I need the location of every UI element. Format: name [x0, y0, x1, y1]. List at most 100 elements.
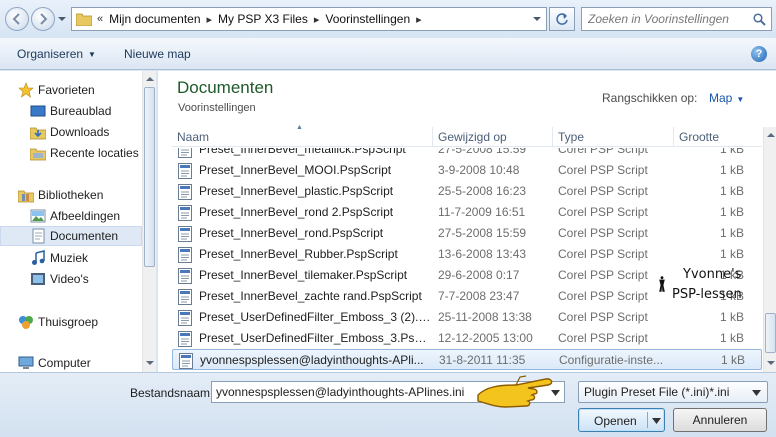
sidebar-item-label: Video's [50, 272, 89, 286]
file-name: Preset_UserDefinedFilter_Emboss_3 (2).Ps… [199, 310, 431, 324]
file-type: Corel PSP Script [558, 226, 648, 240]
sidebar-item-label: Recente locaties [50, 146, 139, 160]
file-type: Corel PSP Script [558, 331, 648, 345]
sidebar-item-computer[interactable]: Computer [18, 353, 160, 373]
homegroup-icon [19, 316, 33, 329]
folder-icon [76, 13, 92, 26]
file-row[interactable]: Preset_InnerBevel_rond.PspScript 27-5-200… [172, 223, 762, 244]
chevron-down-icon: ▼ [88, 50, 96, 59]
column-header-size[interactable]: Grootte [674, 127, 762, 147]
scroll-down-icon[interactable] [767, 359, 775, 367]
sidebar-item-label: Bureaublad [50, 104, 112, 118]
videos-icon [31, 273, 45, 285]
file-size: 1 kB [719, 184, 744, 198]
watermark-text: Yvonne's [683, 267, 742, 282]
file-name: Preset_InnerBevel_tilemaker.PspScript [199, 268, 408, 282]
sidebar-item-thuisgroep[interactable]: Thuisgroep [18, 312, 160, 332]
scroll-up-icon[interactable] [146, 75, 154, 83]
open-button[interactable]: Openen [578, 408, 665, 432]
file-row[interactable]: Preset_InnerBevel_plastic.PspScript 25-5-… [172, 181, 762, 202]
arrange-by-value: Map [709, 91, 733, 105]
arrange-by-dropdown[interactable]: Map ▼ [709, 91, 744, 105]
file-name: Preset_UserDefinedFilter_Emboss_3.PspS..… [199, 331, 431, 345]
breadcrumb-voorinstellingen[interactable]: Voorinstellingen [324, 12, 411, 26]
music-icon [32, 250, 45, 265]
file-date: 25-11-2008 13:38 [438, 310, 532, 324]
documents-icon [32, 228, 45, 244]
column-header-type[interactable]: Type [553, 127, 674, 147]
file-type-dropdown[interactable]: Plugin Preset File (*.ini)*.ini [578, 381, 768, 403]
breadcrumb-separator[interactable]: ▸ [202, 13, 218, 26]
script-file-icon [178, 310, 192, 326]
arrange-by-label: Rangschikken op: [602, 91, 698, 105]
libraries-icon [18, 190, 34, 203]
forward-button[interactable] [31, 7, 55, 31]
pointing-hand-icon [477, 375, 553, 408]
watermark-figure-logo [659, 276, 665, 292]
file-date: 3-9-2008 10:48 [438, 163, 520, 177]
file-name: yvonnespsplessen@ladyinthoughts-APli... [200, 353, 424, 367]
file-name: Preset_InnerBevel_rond.PspScript [199, 226, 384, 240]
scroll-down-icon[interactable] [146, 359, 154, 367]
new-folder-button[interactable]: Nieuwe map [124, 47, 191, 61]
file-row[interactable]: Preset_InnerBevel_metallick.PspScript 27-… [172, 148, 762, 160]
chevron-down-icon[interactable] [532, 14, 542, 24]
file-type: Corel PSP Script [558, 310, 648, 324]
help-icon[interactable]: ? [751, 46, 767, 62]
organise-label: Organiseren [17, 47, 84, 61]
file-date: 27-5-2008 15:59 [438, 226, 527, 240]
file-date: 31-8-2011 11:35 [439, 353, 526, 367]
file-list-scroll-thumb[interactable] [765, 313, 776, 353]
breadcrumb-separator[interactable]: ▸ [411, 13, 427, 26]
file-name: Preset_InnerBevel_MOOI.PspScript [199, 163, 392, 177]
refresh-button[interactable] [549, 7, 575, 31]
recent-pages-dropdown[interactable] [57, 14, 67, 24]
script-file-icon [178, 289, 192, 305]
dialog-footer: Bestandsnaam: Plugin Preset File (*.ini)… [0, 372, 776, 437]
file-row[interactable]: Preset_InnerBevel_rond 2.PspScript 11-7-2… [172, 202, 762, 223]
search-icon[interactable] [753, 13, 766, 26]
search-input[interactable] [588, 12, 747, 26]
split-divider [647, 412, 648, 428]
computer-icon [18, 356, 34, 369]
file-type: Corel PSP Script [558, 205, 648, 219]
script-file-icon [178, 163, 192, 179]
open-label: Openen [594, 414, 637, 428]
sidebar-item-label: Computer [38, 356, 91, 370]
address-bar[interactable]: « Mijn documenten ▸ My PSP X3 Files ▸ Vo… [71, 7, 547, 31]
sidebar-item-favorieten[interactable]: Favorieten [18, 80, 160, 100]
file-name: Preset_InnerBevel_plastic.PspScript [199, 184, 394, 198]
breadcrumb-separator[interactable]: ▸ [309, 13, 325, 26]
column-header-name[interactable]: Naam [172, 127, 433, 147]
refresh-icon [556, 13, 568, 25]
sidebar-item-documenten[interactable]: Documenten [0, 226, 142, 246]
breadcrumb-mijn-documenten[interactable]: Mijn documenten [108, 12, 201, 26]
file-date: 7-7-2008 23:47 [438, 289, 520, 303]
file-row[interactable]: Preset_UserDefinedFilter_Emboss_3.PspS..… [172, 328, 762, 349]
sidebar-scrollbar[interactable] [142, 71, 156, 372]
file-type: Corel PSP Script [558, 184, 648, 198]
sidebar-item-label: Favorieten [38, 83, 95, 97]
sidebar-item-label: Documenten [50, 229, 119, 243]
file-size: 1 kB [719, 205, 744, 219]
breadcrumb-overflow[interactable]: « [92, 13, 108, 25]
file-row[interactable]: yvonnespsplessen@ladyinthoughts-APli... 3… [172, 349, 762, 370]
open-options-chevron-icon[interactable] [652, 417, 661, 425]
search-box[interactable] [581, 7, 772, 31]
breadcrumb-my-psp-x3-files[interactable]: My PSP X3 Files [217, 12, 309, 26]
file-row[interactable]: Preset_InnerBevel_MOOI.PspScript 3-9-2008… [172, 160, 762, 181]
sidebar-item-label: Downloads [50, 125, 110, 139]
file-name: Preset_InnerBevel_rond 2.PspScript [199, 205, 394, 219]
file-type: Corel PSP Script [558, 268, 648, 282]
scroll-up-icon[interactable] [767, 131, 775, 139]
file-size: 1 kB [719, 247, 744, 261]
cancel-button[interactable]: Annuleren [673, 408, 767, 432]
file-name: Preset_InnerBevel_metallick.PspScript [199, 148, 406, 156]
column-header-date[interactable]: Gewijzigd op [433, 127, 553, 147]
sidebar-item-bibliotheken[interactable]: Bibliotheken [18, 185, 160, 205]
sidebar-scroll-thumb[interactable] [144, 87, 155, 267]
organise-button[interactable]: Organiseren ▼ [17, 47, 96, 61]
script-file-icon [178, 247, 192, 263]
back-button[interactable] [5, 7, 29, 31]
file-list-scrollbar[interactable] [763, 127, 776, 372]
